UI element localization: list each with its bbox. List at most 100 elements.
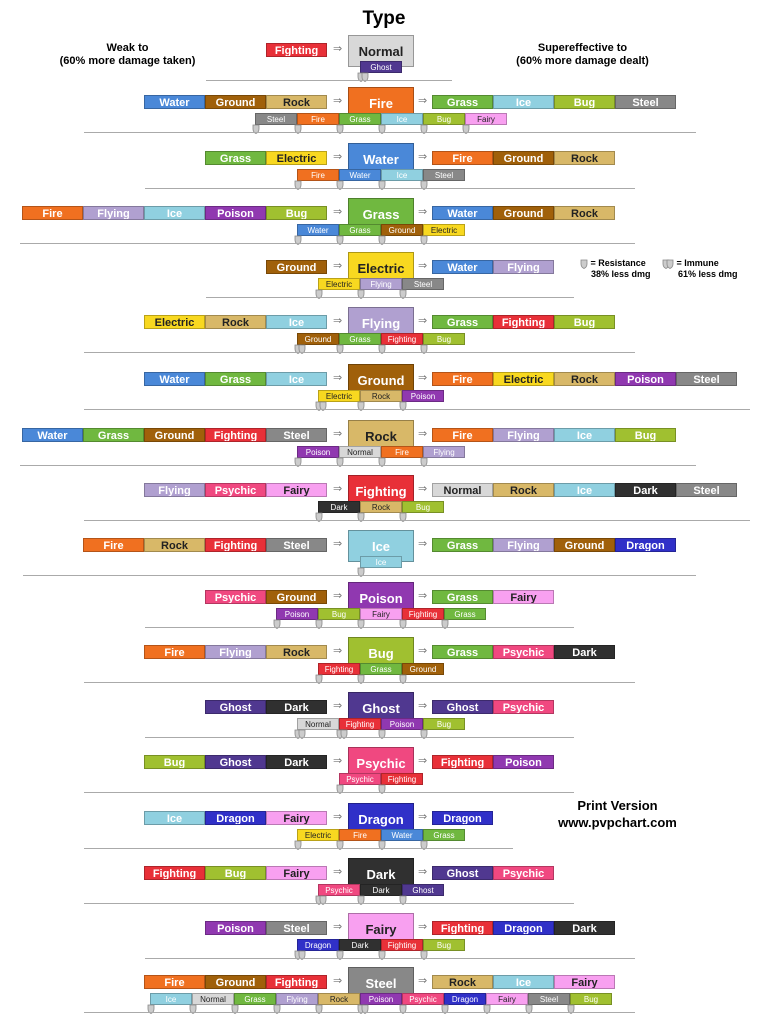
- shield-icon: [580, 259, 588, 269]
- supereffective-arrow-icon: ⇒: [418, 866, 428, 878]
- weak-chip-ground: Ground: [205, 975, 266, 989]
- supereffective-chip-flying: Flying: [493, 538, 554, 552]
- resist-chip-ground: Ground: [402, 663, 444, 675]
- website-link[interactable]: www.pvpchart.com: [530, 814, 705, 831]
- weak-chip-fairy: Fairy: [266, 811, 327, 825]
- resistance-shield-icon: [315, 286, 323, 299]
- supereffective-chip-rock: Rock: [493, 483, 554, 497]
- resistance-shield-icon: [420, 232, 428, 245]
- resist-chip-electric: Electric: [423, 224, 465, 236]
- resist-chip-fire: Fire: [297, 113, 339, 125]
- weak-chip-rock: Rock: [266, 645, 327, 659]
- immune-shield-icon: [361, 1001, 369, 1014]
- resist-chip-grass: Grass: [339, 113, 381, 125]
- resistance-shield-icon: [399, 509, 407, 522]
- supereffective-arrow-icon: ⇒: [418, 921, 428, 933]
- resistance-shield-icon: [357, 398, 365, 411]
- weak-chip-fighting: Fighting: [205, 428, 266, 442]
- resistance-shield-icon: [462, 121, 470, 134]
- resistance-shield-icon: [315, 616, 323, 629]
- supereffective-arrow-icon: ⇒: [418, 315, 428, 327]
- resistance-shield-icon: [378, 341, 386, 354]
- resist-chip-bug: Bug: [423, 333, 465, 345]
- weak-chip-water: Water: [144, 372, 205, 386]
- weak-chip-fighting: Fighting: [266, 43, 327, 57]
- resistance-shield-icon: [336, 341, 344, 354]
- weak-chip-ghost: Ghost: [205, 755, 266, 769]
- legend-resistance-label: = Resistance: [590, 258, 646, 268]
- weak-chip-grass: Grass: [205, 151, 266, 165]
- resistance-shield-icon: [336, 121, 344, 134]
- supereffective-chip-normal: Normal: [432, 483, 493, 497]
- resistance-shield-icon: [336, 232, 344, 245]
- row-divider: [84, 409, 750, 410]
- weak-chip-electric: Electric: [266, 151, 327, 165]
- resist-chip-rock: Rock: [360, 501, 402, 513]
- weak-to-sublabel: (60% more damage taken): [59, 55, 196, 67]
- resist-chip-ice: Ice: [150, 993, 192, 1005]
- resistance-shield-icon: [420, 121, 428, 134]
- resist-chip-flying: Flying: [360, 278, 402, 290]
- supereffective-arrow-icon: ⇒: [418, 700, 428, 712]
- supereffective-arrow-icon: ⇒: [418, 811, 428, 823]
- weak-chip-fairy: Fairy: [266, 483, 327, 497]
- resist-chip-fighting: Fighting: [381, 333, 423, 345]
- resist-chip-bug: Bug: [423, 939, 465, 951]
- resist-chip-water: Water: [297, 224, 339, 236]
- weak-arrow-icon: ⇒: [333, 43, 343, 55]
- supereffective-chip-bug: Bug: [554, 315, 615, 329]
- resist-chip-grass: Grass: [339, 224, 381, 236]
- weak-chip-psychic: Psychic: [205, 590, 266, 604]
- supereffective-chip-dark: Dark: [554, 645, 615, 659]
- resist-chip-steel: Steel: [402, 278, 444, 290]
- weak-arrow-icon: ⇒: [333, 260, 343, 272]
- resist-chip-poison: Poison: [297, 446, 339, 458]
- resist-chip-fairy: Fairy: [360, 608, 402, 620]
- immune-shield-icon: [361, 69, 369, 82]
- resist-chip-fairy: Fairy: [465, 113, 507, 125]
- supereffective-chip-fire: Fire: [432, 428, 493, 442]
- resistance-shield-icon: [378, 177, 386, 190]
- supereffective-chip-dark: Dark: [615, 483, 676, 497]
- supereffective-chip-ice: Ice: [493, 95, 554, 109]
- weak-to-label: Weak to: [106, 42, 149, 54]
- resist-chip-ice: Ice: [381, 113, 423, 125]
- weak-arrow-icon: ⇒: [333, 372, 343, 384]
- supereffective-chip-steel: Steel: [676, 372, 737, 386]
- resist-chip-grass: Grass: [360, 663, 402, 675]
- resistance-shield-icon: [336, 947, 344, 960]
- row-divider: [84, 792, 574, 793]
- supereffective-arrow-icon: ⇒: [418, 151, 428, 163]
- weak-chip-fighting: Fighting: [144, 866, 205, 880]
- supereffective-chip-dragon: Dragon: [493, 921, 554, 935]
- resistance-shield-icon: [357, 509, 365, 522]
- print-version-label: Print Version: [577, 798, 658, 813]
- weak-chip-fire: Fire: [144, 645, 205, 659]
- resistance-shield-icon: [273, 1001, 281, 1014]
- supereffective-chip-grass: Grass: [432, 95, 493, 109]
- resist-chip-dark: Dark: [360, 884, 402, 896]
- resist-chip-fire: Fire: [297, 169, 339, 181]
- immune-shield-icon: [298, 947, 306, 960]
- supereffective-arrow-icon: ⇒: [418, 206, 428, 218]
- supereffective-chip-ground: Ground: [493, 151, 554, 165]
- supereffective-arrow-icon: ⇒: [418, 95, 428, 107]
- weak-chip-fire: Fire: [144, 975, 205, 989]
- resist-chip-steel: Steel: [528, 993, 570, 1005]
- resistance-shield-icon: [336, 781, 344, 794]
- row-divider: [20, 465, 696, 466]
- weak-chip-steel: Steel: [266, 428, 327, 442]
- weak-chip-ground: Ground: [144, 428, 205, 442]
- supereffective-chip-steel: Steel: [615, 95, 676, 109]
- resist-chip-fighting: Fighting: [381, 939, 423, 951]
- row-divider: [145, 737, 574, 738]
- weak-arrow-icon: ⇒: [333, 483, 343, 495]
- legend-immune-sub: 61% less dmg: [678, 269, 738, 279]
- resistance-shield-icon: [252, 121, 260, 134]
- weak-chip-fighting: Fighting: [266, 975, 327, 989]
- supereffective-chip-ghost: Ghost: [432, 866, 493, 880]
- resist-chip-psychic: Psychic: [339, 773, 381, 785]
- supereffective-chip-fairy: Fairy: [493, 590, 554, 604]
- immune-shield-icon: [298, 726, 306, 739]
- weak-chip-bug: Bug: [205, 866, 266, 880]
